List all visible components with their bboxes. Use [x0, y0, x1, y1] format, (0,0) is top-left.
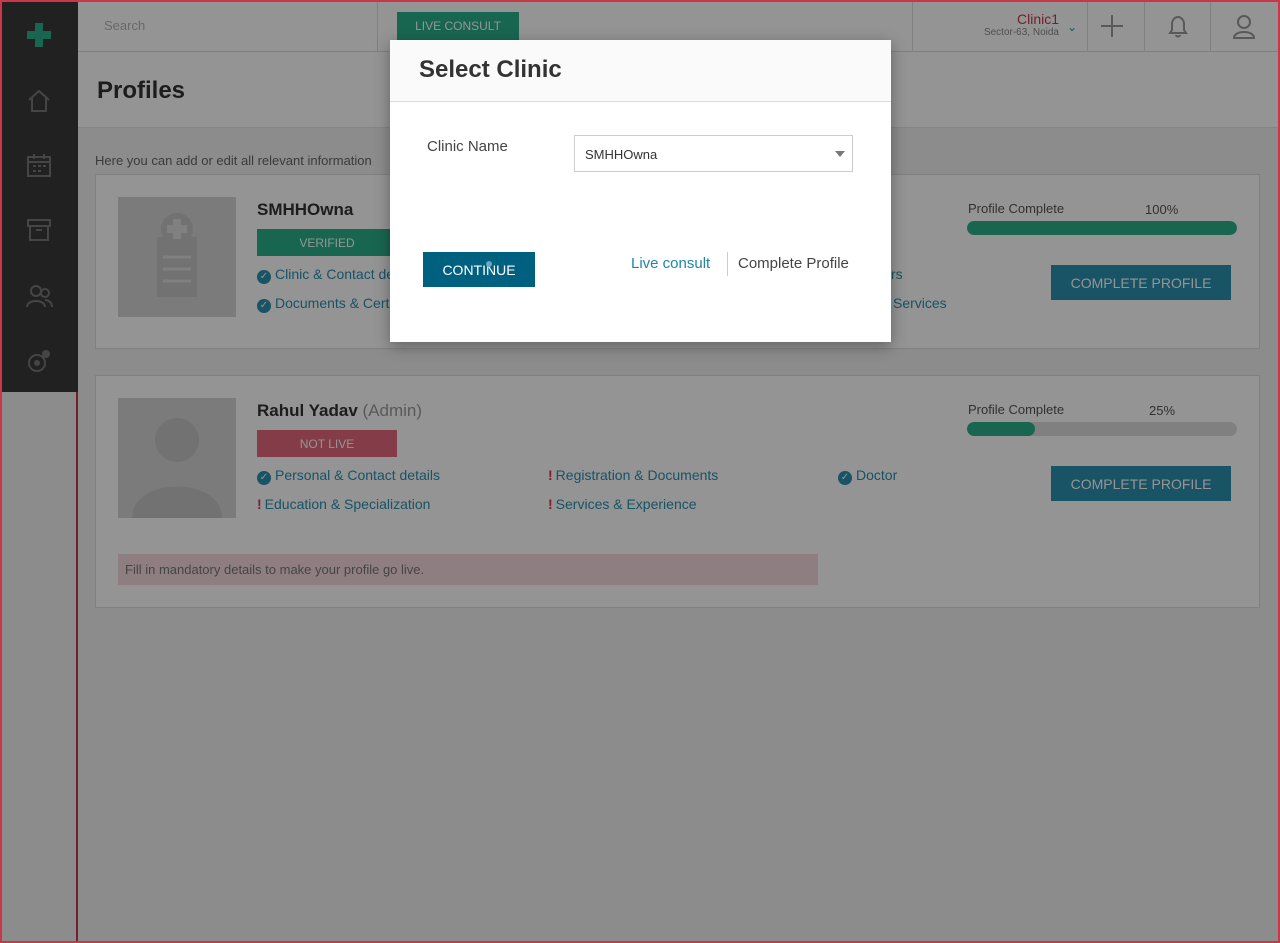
clinic-name-label: Clinic Name — [427, 138, 508, 155]
dialog-title: Select Clinic — [419, 56, 562, 83]
selected-clinic-value: SMHHOwna — [585, 147, 658, 162]
link-divider — [727, 252, 728, 276]
live-consult-link[interactable]: Live consult — [631, 255, 710, 272]
complete-profile-link[interactable]: Complete Profile — [738, 255, 849, 272]
select-clinic-dialog: Select Clinic Clinic Name SMHHOwna CONTI… — [390, 40, 891, 342]
continue-button[interactable]: CONTINUE — [423, 252, 535, 287]
mouse-cursor-marker — [486, 261, 492, 267]
dropdown-caret-icon — [835, 151, 845, 157]
clinic-name-select[interactable]: SMHHOwna — [574, 135, 853, 172]
dialog-header: Select Clinic — [390, 40, 891, 102]
